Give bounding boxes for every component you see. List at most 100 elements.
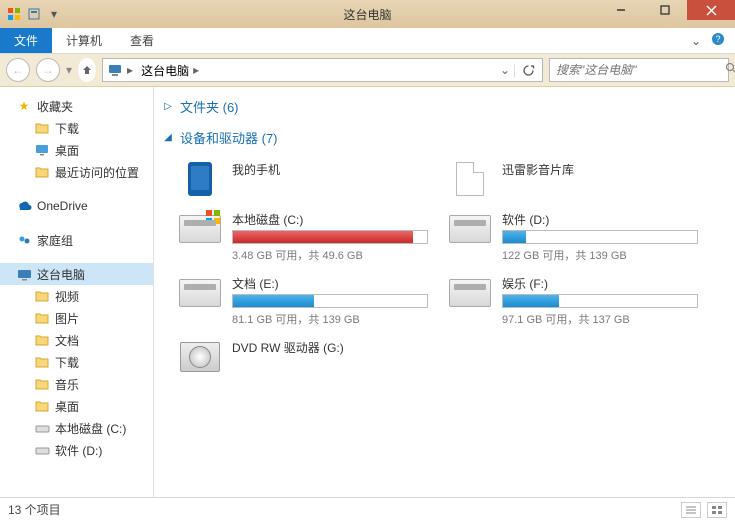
hard-drive-icon bbox=[179, 279, 221, 307]
homegroup-icon bbox=[16, 232, 32, 248]
pc-icon bbox=[16, 266, 32, 282]
tree-thispc[interactable]: 这台电脑 bbox=[0, 263, 153, 285]
address-bar-row: ← → ▾ ▸ 这台电脑 ▸ ⌄ bbox=[0, 54, 735, 87]
svg-text:?: ? bbox=[715, 34, 720, 44]
window-title: 这台电脑 bbox=[343, 6, 391, 23]
qat-dropdown-icon[interactable]: ▾ bbox=[46, 6, 62, 22]
nav-back-button[interactable]: ← bbox=[6, 58, 30, 82]
titlebar: ▾ 这台电脑 bbox=[0, 0, 735, 28]
capacity-bar bbox=[502, 230, 698, 244]
device-item[interactable]: DVD RW 驱动器 (G:) bbox=[178, 337, 428, 377]
search-box[interactable] bbox=[549, 58, 729, 82]
status-count: 13 个项目 bbox=[8, 501, 61, 518]
tree-favorites[interactable]: ★ 收藏夹 bbox=[0, 95, 153, 117]
tab-computer[interactable]: 计算机 bbox=[52, 28, 116, 53]
hard-drive-icon bbox=[449, 215, 491, 243]
view-details-button[interactable] bbox=[681, 502, 701, 518]
tree-label: 最近访问的位置 bbox=[55, 164, 139, 181]
content-pane: ▷ 文件夹 (6) ◢ 设备和驱动器 (7) 我的手机 迅雷影音片库本地磁盘 (C… bbox=[154, 87, 735, 497]
view-switcher bbox=[681, 502, 727, 518]
tree-music[interactable]: 音乐 bbox=[0, 373, 153, 395]
hard-drive-icon bbox=[449, 279, 491, 307]
tree-label: 桌面 bbox=[55, 398, 79, 415]
search-icon[interactable] bbox=[719, 62, 735, 78]
tree-label: 这台电脑 bbox=[37, 266, 85, 283]
capacity-text: 97.1 GB 可用，共 137 GB bbox=[502, 311, 698, 327]
address-pc-icon[interactable]: ▸ bbox=[103, 59, 137, 81]
collapse-arrow-icon[interactable]: ▷ bbox=[162, 101, 174, 112]
search-input[interactable] bbox=[550, 63, 719, 77]
tree-label: 文档 bbox=[55, 332, 79, 349]
device-item[interactable]: 迅雷影音片库 bbox=[448, 159, 698, 199]
quick-access-toolbar: ▾ bbox=[0, 6, 68, 22]
maximize-button[interactable] bbox=[643, 0, 687, 20]
app-icon bbox=[6, 6, 22, 22]
group-folders[interactable]: ▷ 文件夹 (6) bbox=[162, 91, 727, 122]
view-tiles-button[interactable] bbox=[707, 502, 727, 518]
tree-desktop2[interactable]: 桌面 bbox=[0, 395, 153, 417]
address-dropdown-icon[interactable]: ⌄ bbox=[496, 59, 514, 81]
folder-icon bbox=[34, 354, 50, 370]
tree-label: 软件 (D:) bbox=[55, 442, 102, 459]
tab-file[interactable]: 文件 bbox=[0, 28, 52, 53]
device-item[interactable]: 软件 (D:) 122 GB 可用，共 139 GB bbox=[448, 209, 698, 263]
tree-label: 视频 bbox=[55, 288, 79, 305]
capacity-bar bbox=[232, 230, 428, 244]
folder-icon bbox=[34, 332, 50, 348]
device-item[interactable]: 文档 (E:)81.1 GB 可用，共 139 GB bbox=[178, 273, 428, 327]
close-button[interactable] bbox=[687, 0, 735, 20]
folder-icon bbox=[34, 310, 50, 326]
capacity-text: 81.1 GB 可用，共 139 GB bbox=[232, 311, 428, 327]
hard-drive-icon bbox=[179, 215, 221, 243]
nav-forward-button[interactable]: → bbox=[36, 58, 60, 82]
properties-icon[interactable] bbox=[26, 6, 42, 22]
address-bar[interactable]: ▸ 这台电脑 ▸ ⌄ bbox=[102, 58, 543, 82]
tree-label: 音乐 bbox=[55, 376, 79, 393]
status-bar: 13 个项目 bbox=[0, 497, 735, 521]
device-item[interactable]: 我的手机 bbox=[178, 159, 428, 199]
device-name: 我的手机 bbox=[232, 161, 428, 178]
tree-onedrive[interactable]: OneDrive bbox=[0, 195, 153, 217]
onedrive-icon bbox=[16, 198, 32, 214]
tree-label: OneDrive bbox=[37, 199, 88, 213]
tree-downloads[interactable]: 下载 bbox=[0, 117, 153, 139]
tree-drive-d[interactable]: 软件 (D:) bbox=[0, 439, 153, 461]
devices-grid: 我的手机 迅雷影音片库本地磁盘 (C:)3.48 GB 可用，共 49.6 GB 软… bbox=[162, 153, 727, 387]
ribbon-expand-icon[interactable]: ⌄ bbox=[691, 34, 701, 48]
folder-icon bbox=[34, 288, 50, 304]
address-segment-root[interactable]: 这台电脑 ▸ bbox=[137, 59, 203, 81]
refresh-button[interactable] bbox=[514, 64, 542, 77]
desktop-icon bbox=[34, 142, 50, 158]
capacity-text: 122 GB 可用，共 139 GB bbox=[502, 247, 698, 263]
device-name: DVD RW 驱动器 (G:) bbox=[232, 339, 428, 356]
drive-icon bbox=[34, 442, 50, 458]
tree-homegroup[interactable]: 家庭组 bbox=[0, 229, 153, 251]
star-icon: ★ bbox=[16, 98, 32, 114]
tree-downloads2[interactable]: 下载 bbox=[0, 351, 153, 373]
tree-label: 下载 bbox=[55, 120, 79, 137]
tree-desktop[interactable]: 桌面 bbox=[0, 139, 153, 161]
main-area: ★ 收藏夹 下载 桌面 最近访问的位置 OneDrive 家庭组 这台电脑 bbox=[0, 87, 735, 497]
group-label: 设备和驱动器 (7) bbox=[180, 128, 278, 147]
capacity-bar bbox=[232, 294, 428, 308]
minimize-button[interactable] bbox=[599, 0, 643, 20]
help-icon[interactable]: ? bbox=[711, 32, 725, 49]
nav-up-button[interactable] bbox=[78, 58, 96, 82]
device-name: 软件 (D:) bbox=[502, 211, 698, 228]
device-item[interactable]: 娱乐 (F:)97.1 GB 可用，共 137 GB bbox=[448, 273, 698, 327]
device-item[interactable]: 本地磁盘 (C:)3.48 GB 可用，共 49.6 GB bbox=[178, 209, 428, 263]
tree-videos[interactable]: 视频 bbox=[0, 285, 153, 307]
group-label: 文件夹 (6) bbox=[180, 97, 239, 116]
tree-label: 下载 bbox=[55, 354, 79, 371]
tree-recent[interactable]: 最近访问的位置 bbox=[0, 161, 153, 183]
tree-label: 收藏夹 bbox=[37, 98, 73, 115]
tree-documents[interactable]: 文档 bbox=[0, 329, 153, 351]
nav-recent-dropdown[interactable]: ▾ bbox=[66, 63, 72, 77]
tree-drive-c[interactable]: 本地磁盘 (C:) bbox=[0, 417, 153, 439]
tree-label: 本地磁盘 (C:) bbox=[55, 420, 126, 437]
expand-arrow-icon[interactable]: ◢ bbox=[162, 132, 174, 143]
tab-view[interactable]: 查看 bbox=[116, 28, 168, 53]
folder-icon bbox=[34, 120, 50, 136]
tree-pictures[interactable]: 图片 bbox=[0, 307, 153, 329]
group-devices[interactable]: ◢ 设备和驱动器 (7) bbox=[162, 122, 727, 153]
